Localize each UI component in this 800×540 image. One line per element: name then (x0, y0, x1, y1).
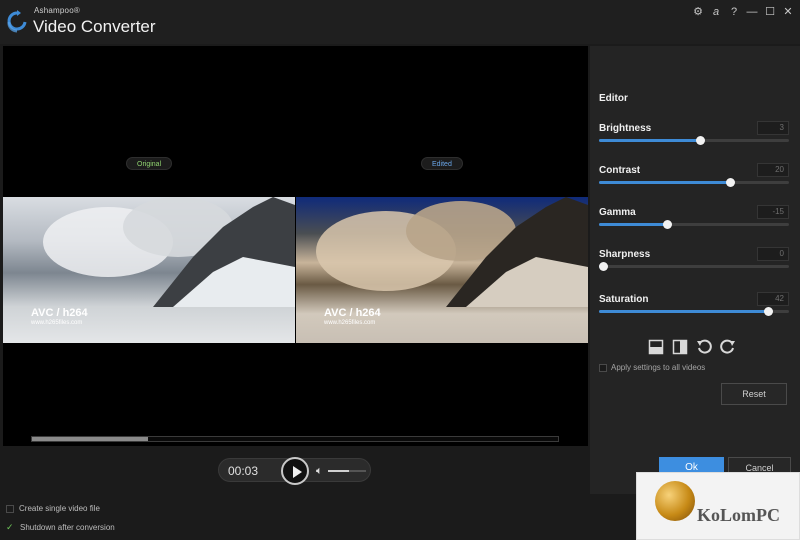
brightness-value-field[interactable]: 3 (757, 121, 789, 135)
sharpness-row: Sharpness 0 (598, 247, 789, 283)
saturation-label: Saturation (599, 294, 649, 305)
contrast-label: Contrast (599, 165, 641, 176)
brightness-slider[interactable] (599, 136, 789, 145)
maximize-icon[interactable]: ☐ (764, 6, 776, 18)
single-file-checkbox[interactable] (6, 504, 14, 513)
saturation-slider[interactable] (599, 307, 789, 316)
reset-button[interactable]: Reset (721, 383, 787, 405)
mountain-icon (446, 197, 588, 307)
sharpness-slider[interactable] (598, 262, 789, 271)
gamma-value-field[interactable]: -15 (757, 205, 789, 219)
mountain-icon (153, 197, 295, 307)
gamma-label: Gamma (599, 207, 636, 218)
contrast-slider[interactable] (599, 178, 789, 187)
apply-all-label: Apply settings to all videos (611, 363, 706, 372)
app-title: Video Converter (33, 17, 156, 36)
single-file-label: Create single video file (19, 504, 100, 513)
slider-fill (599, 223, 668, 226)
editor-panel: Editor Brightness 3 Contrast 20 Gamma -1… (590, 46, 800, 494)
watermark-text: KoLomPC (697, 505, 780, 525)
volume-slider[interactable] (328, 470, 366, 472)
play-button[interactable] (281, 457, 309, 485)
video-preview: Original Edited AVC / h264 www.h265files… (3, 46, 588, 446)
watermark-logo-icon (655, 481, 695, 521)
volume-level (328, 470, 349, 472)
brand-name: Ashampoo® (34, 6, 80, 15)
slider-thumb[interactable] (663, 220, 673, 229)
rotate-left-icon[interactable] (695, 338, 713, 356)
slider-thumb[interactable] (726, 178, 736, 187)
volume-icon[interactable]: 🔈︎ (316, 465, 326, 477)
video-codec-title: AVC / h264 (31, 307, 88, 319)
saturation-row: Saturation 42 (599, 292, 789, 328)
brightness-row: Brightness 3 (599, 121, 789, 157)
gamma-slider[interactable] (599, 220, 789, 229)
editor-title: Editor (599, 93, 628, 104)
timeline-scrubber[interactable] (31, 436, 559, 442)
timeline-progress (32, 437, 148, 441)
window-controls: ⚙ a ? — ☐ ✕ (692, 6, 794, 18)
original-video-frame: AVC / h264 www.h265files.com (3, 197, 295, 343)
current-time: 00:03 (228, 464, 259, 478)
single-file-option[interactable]: Create single video file (6, 504, 100, 513)
slider-fill (599, 181, 731, 184)
close-icon[interactable]: ✕ (782, 6, 794, 18)
rotate-right-icon[interactable] (719, 338, 737, 356)
split-horizontal-icon[interactable] (647, 338, 665, 356)
playback-controls: 00:03 🔈︎ (218, 457, 371, 485)
split-vertical-icon[interactable] (671, 338, 689, 356)
view-tools (647, 338, 737, 356)
watermark: KoLomPC (636, 472, 800, 540)
edited-label: Edited (421, 157, 463, 170)
title-bar: Ashampoo® Video Converter ⚙ a ? — ☐ ✕ (0, 0, 800, 44)
slider-thumb[interactable] (764, 307, 774, 316)
help-icon[interactable]: ? (728, 6, 740, 18)
slider-thumb[interactable] (695, 136, 705, 145)
account-icon[interactable]: a (710, 6, 722, 18)
brightness-label: Brightness (599, 123, 652, 134)
app-logo-icon (7, 10, 27, 33)
slider-thumb[interactable] (598, 262, 608, 271)
video-caption: AVC / h264 www.h265files.com (324, 307, 381, 326)
video-codec-title: AVC / h264 (324, 307, 381, 319)
saturation-value-field[interactable]: 42 (757, 292, 789, 306)
apply-all-checkbox[interactable] (599, 363, 607, 372)
edited-video-frame: AVC / h264 www.h265files.com (296, 197, 588, 343)
gamma-row: Gamma -15 (599, 205, 789, 241)
contrast-value-field[interactable]: 20 (757, 163, 789, 177)
shutdown-option[interactable]: ✓ Shutdown after conversion (6, 523, 115, 533)
sharpness-label: Sharpness (599, 249, 651, 260)
original-label: Original (126, 157, 173, 170)
slider-fill (599, 310, 769, 313)
minimize-icon[interactable]: — (746, 6, 758, 18)
shutdown-label: Shutdown after conversion (20, 523, 115, 532)
contrast-row: Contrast 20 (599, 163, 789, 199)
video-caption: AVC / h264 www.h265files.com (31, 307, 88, 326)
sharpness-value-field[interactable]: 0 (757, 247, 789, 261)
video-codec-subtitle: www.h265files.com (31, 320, 83, 326)
slider-fill (599, 139, 700, 142)
video-codec-subtitle: www.h265files.com (324, 320, 376, 326)
settings-icon[interactable]: ⚙ (692, 6, 704, 18)
apply-all-option[interactable]: Apply settings to all videos (599, 363, 705, 372)
checkmark-icon[interactable]: ✓ (6, 523, 15, 532)
